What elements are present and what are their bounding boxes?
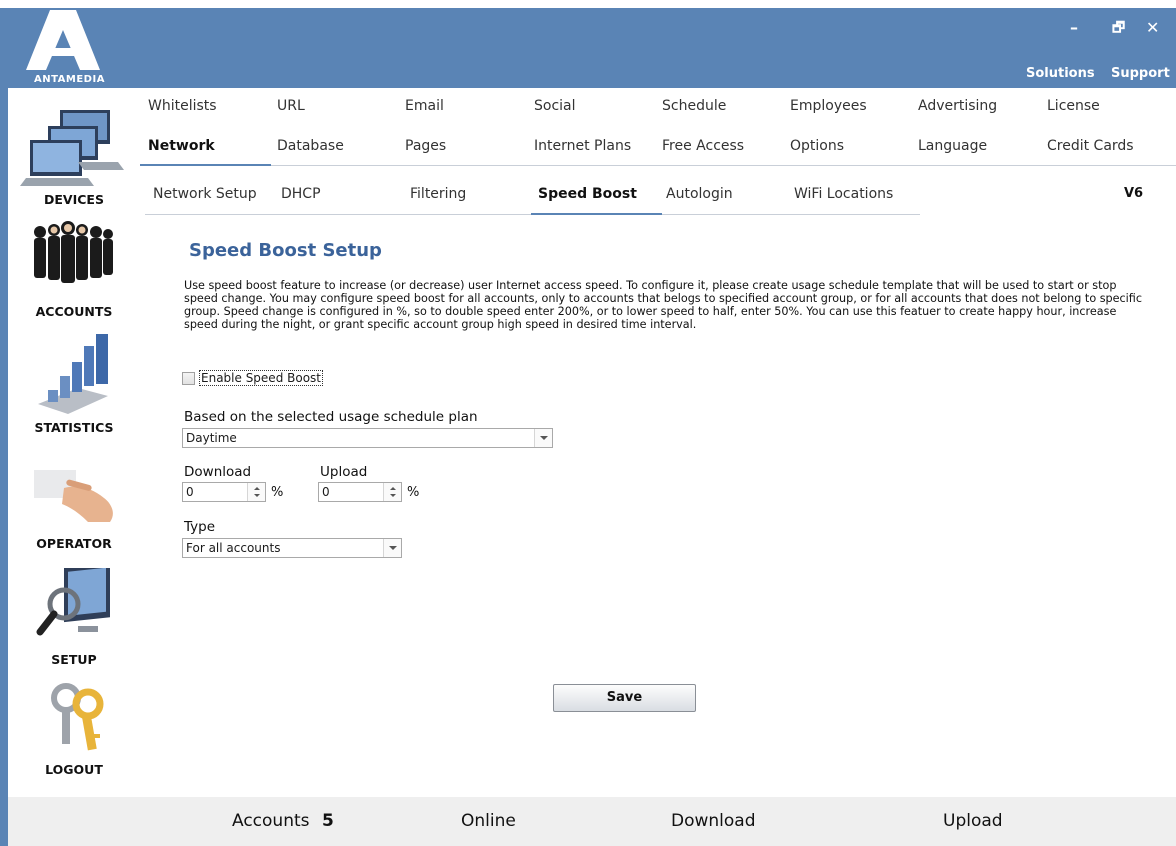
type-value: For all accounts [186,541,281,555]
active-subtab-underline [531,213,662,215]
sidebar-item-label: ACCOUNTS [35,304,113,319]
operator-icon [34,470,113,522]
status-footer: Accounts 5 Online Download Upload [8,797,1176,846]
footer-online-label: Online [461,811,516,831]
enable-speed-boost-row[interactable]: Enable Speed Boost [182,370,323,386]
footer-download-label: Download [671,811,756,831]
restore-button[interactable]: 🗗 [1112,20,1125,36]
sidebar-item-accounts[interactable]: ACCOUNTS [8,216,140,319]
upload-label: Upload [320,464,368,480]
tab-filtering[interactable]: Filtering [410,186,466,202]
page-title: Speed Boost Setup [189,240,382,261]
nav-item-language[interactable]: Language [918,138,987,154]
tab-autologin[interactable]: Autologin [666,186,733,202]
tab-wifi-locations[interactable]: WiFi Locations [794,186,893,202]
subtab-row: Network Setup DHCP Filtering Speed Boost… [140,186,1176,206]
schedule-select[interactable]: Daytime [182,428,553,448]
nav-item-email[interactable]: Email [405,98,444,114]
nav-item-whitelists[interactable]: Whitelists [148,98,217,114]
nav-item-employees[interactable]: Employees [790,98,867,114]
nav-divider [271,165,1176,166]
download-label: Download [184,464,252,480]
nav-item-network[interactable]: Network [148,138,215,154]
nav-item-advertising[interactable]: Advertising [918,98,997,114]
nav-item-pages[interactable]: Pages [405,138,446,154]
enable-speed-boost-label[interactable]: Enable Speed Boost [199,370,323,386]
chevron-down-icon[interactable] [383,539,401,557]
type-label: Type [184,519,216,535]
sidebar-item-setup[interactable]: SETUP [8,561,140,668]
upload-value: 0 [322,485,330,499]
nav-item-schedule[interactable]: Schedule [662,98,726,114]
type-select[interactable]: For all accounts [182,538,402,558]
stepper-arrows-icon[interactable] [383,483,401,501]
nav-row-main: Network Database Pages Internet Plans Fr… [140,138,1176,158]
nav-item-internet-plans[interactable]: Internet Plans [534,138,631,154]
sidebar-item-label: DEVICES [44,192,104,207]
logo-a-icon [26,10,100,70]
sidebar-item-label: SETUP [51,652,97,667]
sidebar-item-logout[interactable]: LOGOUT [8,678,140,778]
tab-network-setup[interactable]: Network Setup [153,186,257,202]
schedule-label: Based on the selected usage schedule pla… [184,409,478,425]
chevron-down-icon[interactable] [534,429,552,447]
nav-item-free-access[interactable]: Free Access [662,138,744,154]
sidebar-item-label: LOGOUT [45,762,103,777]
version-label: V6 [1124,186,1144,201]
logout-icon [51,683,104,751]
footer-upload-label: Upload [943,811,1003,831]
save-button[interactable]: Save [553,684,696,712]
tab-dhcp[interactable]: DHCP [281,186,321,202]
antamedia-logo: ANTAMEDIA [8,8,118,88]
footer-accounts-count: 5 [322,811,334,831]
sidebar-item-operator[interactable]: OPERATOR [8,458,140,558]
nav-row-settings: Whitelists URL Email Social Schedule Emp… [140,98,1176,118]
devices-icon [20,110,124,186]
page-description: Use speed boost feature to increase (or … [184,279,1142,331]
minimize-button[interactable]: – [1070,20,1078,36]
nav-item-social[interactable]: Social [534,98,576,114]
sidebar-item-devices[interactable]: DEVICES [8,98,140,207]
solutions-link[interactable]: Solutions [1026,66,1095,81]
sidebar: DEVICES ACCOUNTS STATISTICS OPERATOR SET… [8,88,140,797]
sidebar-item-label: STATISTICS [34,420,114,435]
upload-percent: % [407,485,420,500]
nav-item-license[interactable]: License [1047,98,1100,114]
footer-accounts-label: Accounts [232,811,310,831]
upload-stepper[interactable]: 0 [318,482,402,502]
window-left-edge [0,8,8,846]
schedule-value: Daytime [186,431,237,445]
nav-item-options[interactable]: Options [790,138,844,154]
nav-item-database[interactable]: Database [277,138,344,154]
close-button[interactable]: ✕ [1146,20,1159,36]
active-nav-underline [140,164,271,166]
setup-icon [36,561,110,636]
download-percent: % [271,485,284,500]
tab-speed-boost[interactable]: Speed Boost [538,186,637,202]
download-stepper[interactable]: 0 [182,482,266,502]
nav-item-url[interactable]: URL [277,98,305,114]
title-bar: ANTAMEDIA – 🗗 ✕ Solutions Support [8,8,1176,88]
support-link[interactable]: Support [1111,66,1170,81]
enable-speed-boost-checkbox[interactable] [182,371,195,385]
logo-text: ANTAMEDIA [34,74,105,85]
nav-item-credit-cards[interactable]: Credit Cards [1047,138,1134,154]
sidebar-item-statistics[interactable]: STATISTICS [8,328,140,435]
accounts-icon [34,221,113,283]
statistics-icon [38,334,108,414]
sidebar-item-label: OPERATOR [36,536,112,551]
download-value: 0 [186,485,194,499]
stepper-arrows-icon[interactable] [247,483,265,501]
